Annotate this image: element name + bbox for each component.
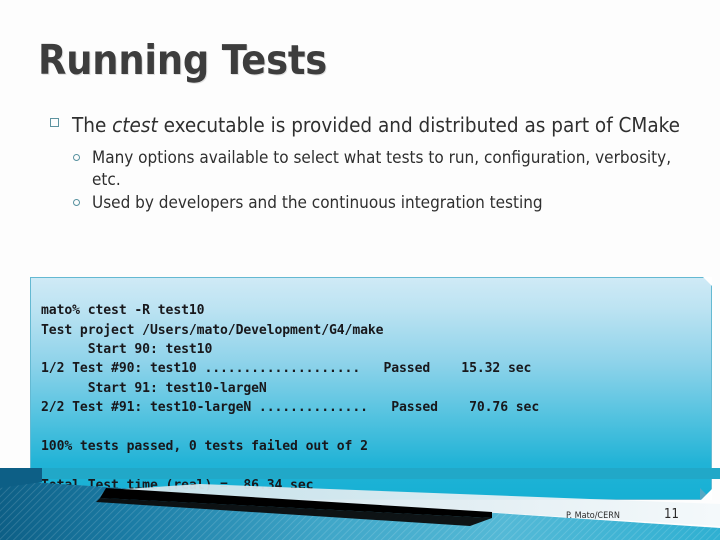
hollow-square-bullet-icon bbox=[50, 118, 59, 127]
hollow-circle-bullet-icon bbox=[73, 154, 80, 161]
sub-bullet-label: Used by developers and the continuous in… bbox=[92, 193, 543, 213]
terminal-output-box: mato% ctest -R test10 Test project /User… bbox=[30, 277, 712, 500]
decorative-corner-graphic bbox=[0, 468, 720, 540]
bullet-text-part-2: executable is provided and distributed a… bbox=[157, 113, 680, 137]
bullet-item-level2-options: Many options available to select what te… bbox=[70, 147, 698, 191]
slide: Running Tests The ctest executable is pr… bbox=[0, 0, 720, 540]
page-title: Running Tests bbox=[38, 36, 328, 84]
sub-bullet-label: Many options available to select what te… bbox=[92, 148, 672, 190]
hollow-circle-bullet-icon bbox=[73, 199, 80, 206]
slide-number: 11 bbox=[664, 507, 679, 522]
bullet-text-italic-ctest: ctest bbox=[112, 113, 158, 137]
footer-author: P. Mato/CERN bbox=[566, 511, 620, 521]
terminal-text: mato% ctest -R test10 Test project /User… bbox=[41, 303, 540, 493]
folded-corner-top-right bbox=[703, 277, 712, 286]
sub-bullet-list: Many options available to select what te… bbox=[48, 147, 698, 214]
bullet-item-level2-developers: Used by developers and the continuous in… bbox=[70, 192, 698, 214]
bullet-item-level1: The ctest executable is provided and dis… bbox=[48, 112, 698, 138]
bullet-list: The ctest executable is provided and dis… bbox=[48, 112, 698, 215]
bullet-text-part-1: The bbox=[72, 113, 113, 137]
